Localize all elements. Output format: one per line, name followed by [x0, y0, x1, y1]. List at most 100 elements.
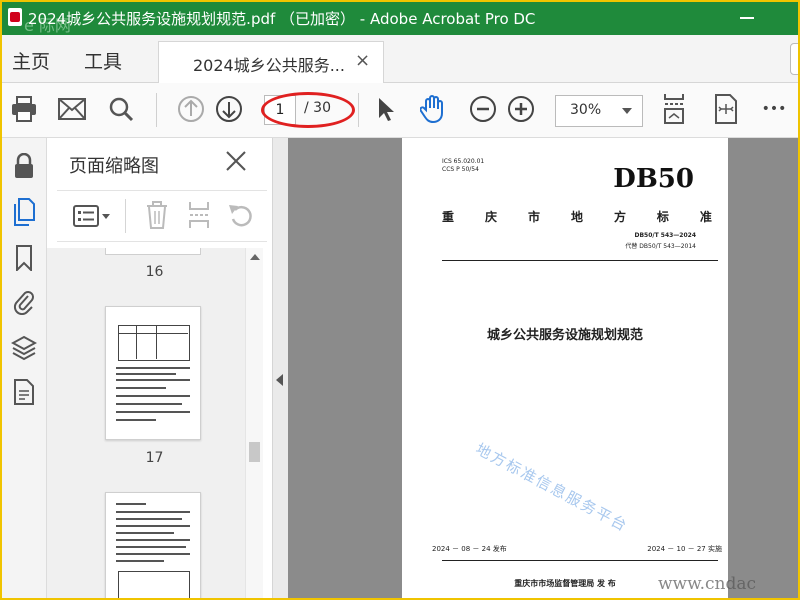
replaces-standard: 代替 DB50/T 543—2014 — [625, 243, 696, 250]
tab-bar: 主页 工具 2024城乡公共服务... × — [2, 35, 798, 83]
security-button[interactable] — [10, 152, 38, 180]
thumbnail-table — [118, 571, 190, 598]
thumbnail-text-line — [116, 367, 190, 369]
page-thumbnail[interactable] — [105, 492, 201, 598]
page-thumbnails-button[interactable] — [10, 198, 38, 226]
zoom-dropdown[interactable]: 30% — [555, 95, 643, 127]
hand-icon — [420, 95, 443, 124]
tab-home[interactable]: 主页 — [12, 47, 50, 74]
thumbnails-list: 16 17 — [47, 248, 262, 598]
thumbnail-text-line — [116, 539, 190, 541]
envelope-icon — [58, 98, 86, 120]
red-annotation-ellipse — [261, 92, 355, 128]
app-window: e 际网 2024城乡公共服务设施规划规范.pdf （已加密） - Adobe … — [0, 0, 800, 600]
window-title: 2024城乡公共服务设施规划规范.pdf （已加密） - Adobe Acrob… — [28, 10, 536, 28]
hand-tool-button[interactable] — [418, 93, 450, 125]
full-screen-icon — [715, 94, 737, 124]
attachments-button[interactable] — [10, 288, 38, 316]
rotate-pages-button[interactable] — [227, 201, 255, 233]
standard-type-char: 方 — [613, 210, 626, 224]
tab-document-label: 2024城乡公共服务... — [193, 56, 345, 75]
acrobat-app-icon — [8, 8, 22, 26]
thumbnail-text-line — [116, 511, 190, 513]
printer-icon — [12, 96, 36, 122]
thumbnail-text-line — [116, 419, 156, 421]
ics-code: ICS 65.020.01 — [442, 158, 485, 165]
thumbnail-text-line — [116, 387, 166, 389]
zoom-in-button[interactable] — [505, 93, 537, 125]
scroll-up-arrow[interactable] — [250, 254, 260, 260]
layers-icon — [11, 335, 37, 361]
thumbnail-text-line — [116, 379, 190, 381]
rotate-icon — [229, 205, 252, 227]
select-tool-button[interactable] — [370, 93, 402, 125]
search-icon — [109, 97, 134, 122]
header-rule — [442, 260, 718, 261]
minimize-button[interactable] — [740, 17, 754, 19]
thumbnail-text-line — [116, 532, 174, 534]
zoom-value: 30% — [570, 102, 602, 118]
email-button[interactable] — [56, 93, 88, 125]
bookmarks-button[interactable] — [10, 244, 38, 272]
print-button[interactable] — [8, 93, 40, 125]
pane-close-button[interactable] — [225, 150, 247, 172]
thumbnail-tools — [57, 190, 267, 242]
arrow-down-circle-icon — [216, 96, 242, 122]
search-button[interactable] — [105, 93, 137, 125]
thumbnail-text-line — [116, 525, 190, 527]
arrow-up-circle-icon — [178, 96, 204, 122]
list-options-icon — [73, 205, 110, 227]
delete-pages-button[interactable] — [145, 201, 169, 233]
thumbnail-rule — [118, 333, 188, 334]
paperclip-icon — [13, 291, 34, 315]
insert-pages-button[interactable] — [187, 201, 211, 233]
trash-icon — [147, 201, 167, 229]
thumbnail-rule — [136, 325, 137, 359]
toolbar: 1 / 30 30% ••• — [2, 83, 798, 138]
standard-code: DB50 — [613, 164, 694, 194]
cursor-arrow-icon — [379, 98, 394, 121]
footer-rule — [442, 560, 718, 561]
tab-document[interactable]: 2024城乡公共服务... × — [158, 41, 384, 83]
thumbnail-text-line — [116, 403, 182, 405]
scrollbar-thumb[interactable] — [249, 442, 260, 462]
tab-overflow-button[interactable] — [790, 43, 798, 75]
document-icon — [14, 379, 34, 405]
thumbnails-scrollbar[interactable] — [245, 248, 263, 598]
thumbnail-text-line — [116, 518, 182, 520]
toolbar-separator — [358, 93, 359, 127]
fit-page-button[interactable] — [658, 93, 690, 125]
prev-page-button[interactable] — [175, 93, 207, 125]
document-title: 城乡公共服务设施规划规范 — [486, 328, 643, 343]
page-number-label: 17 — [145, 450, 164, 466]
zoom-out-button[interactable] — [467, 93, 499, 125]
standard-number: DB50/T 543—2024 — [634, 232, 697, 239]
thumbnail-text-line — [116, 373, 176, 375]
implementation-date: 2024 － 10 － 27 实施 — [647, 545, 722, 553]
page-thumbnail[interactable] — [105, 306, 201, 440]
chevron-down-icon — [622, 108, 632, 114]
platform-watermark: 地方标准信息服务平台 — [472, 439, 632, 536]
pane-splitter[interactable] — [272, 138, 288, 598]
full-screen-button[interactable] — [710, 93, 742, 125]
page-break-icon — [189, 202, 209, 228]
collapse-pane-arrow[interactable] — [276, 374, 283, 386]
next-page-button[interactable] — [213, 93, 245, 125]
thumbnail-rule — [156, 325, 157, 359]
page-number-label: 16 — [145, 264, 164, 280]
more-tools-button[interactable]: ••• — [758, 93, 790, 125]
standard-type-char: 庆 — [484, 210, 497, 224]
layers-button[interactable] — [10, 334, 38, 362]
standard-type: 重 庆 市 地 方 标 准 — [442, 208, 712, 225]
standard-type-char: 标 — [656, 210, 669, 224]
pdf-page: ICS 65.020.01 CCS P 50/54 DB50 重 庆 市 地 方… — [402, 138, 728, 598]
tab-close-button[interactable]: × — [355, 50, 370, 71]
tools-separator — [125, 199, 126, 233]
page-thumbnail-partial[interactable] — [105, 248, 201, 255]
document-viewer: ICS 65.020.01 CCS P 50/54 DB50 重 庆 市 地 方… — [288, 138, 798, 598]
thumbnail-text-line — [116, 411, 190, 413]
thumbnail-text-line — [116, 395, 190, 397]
content-button[interactable] — [10, 378, 38, 406]
thumbnail-options-button[interactable] — [73, 203, 113, 233]
tab-tools[interactable]: 工具 — [84, 47, 122, 74]
